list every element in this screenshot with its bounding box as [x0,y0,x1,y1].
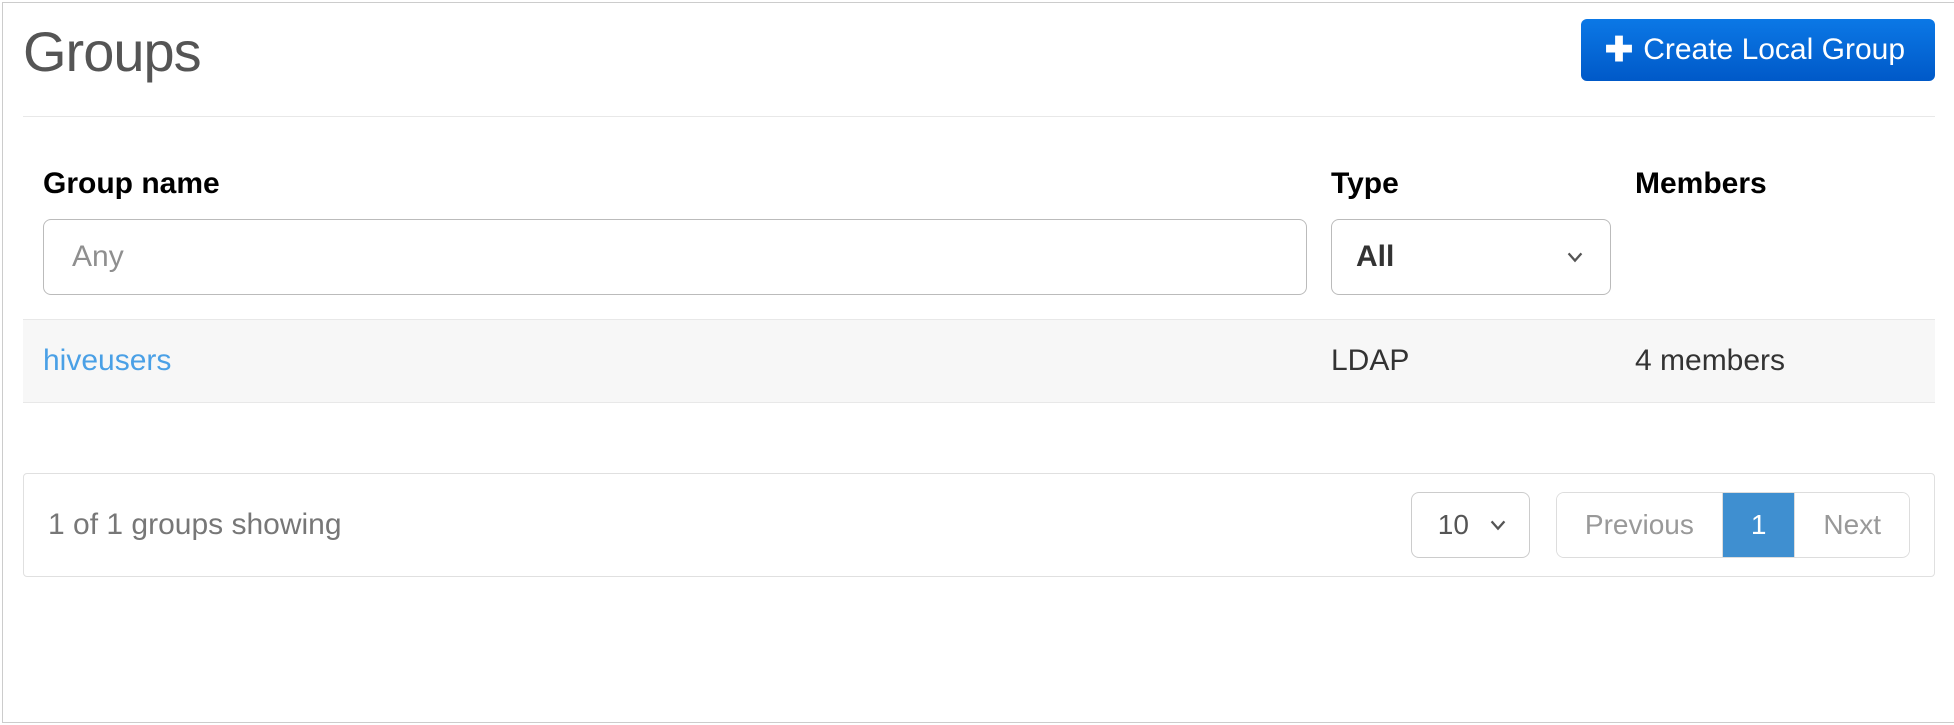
chevron-down-icon [1564,246,1586,268]
table-row: hiveusers LDAP 4 members [23,319,1935,403]
type-column-label: Type [1331,167,1611,201]
table-footer: 1 of 1 groups showing 10 Previous 1 Next [23,473,1935,577]
type-filter-dropdown[interactable]: All [1331,219,1611,295]
group-type-value: LDAP [1331,344,1611,378]
page-header: Groups ✚ Create Local Group [23,19,1935,117]
group-name-filter-input[interactable] [43,219,1307,295]
type-filter-value: All [1356,240,1394,274]
chevron-down-icon [1487,514,1509,536]
column-members: Members [1635,167,1915,219]
create-button-label: Create Local Group [1643,33,1905,67]
plus-icon: ✚ [1605,33,1634,67]
group-name-link[interactable]: hiveusers [43,344,1307,378]
page-size-value: 10 [1438,509,1469,541]
groups-page: Groups ✚ Create Local Group Group name T… [2,2,1954,723]
page-title: Groups [23,19,201,84]
group-name-column-label: Group name [43,167,1307,201]
previous-page-button[interactable]: Previous [1557,493,1723,557]
group-members-value: 4 members [1635,344,1915,378]
column-group-name: Group name [43,167,1307,295]
table-filter-header: Group name Type All Members [23,167,1935,319]
pagination-controls: 10 Previous 1 Next [1411,492,1910,558]
page-size-dropdown[interactable]: 10 [1411,492,1530,558]
column-type: Type All [1331,167,1611,295]
current-page-button[interactable]: 1 [1723,493,1795,557]
pagination: Previous 1 Next [1556,492,1910,558]
results-count-label: 1 of 1 groups showing [48,508,342,542]
create-local-group-button[interactable]: ✚ Create Local Group [1581,19,1935,81]
next-page-button[interactable]: Next [1794,493,1909,557]
members-column-label: Members [1635,167,1915,201]
